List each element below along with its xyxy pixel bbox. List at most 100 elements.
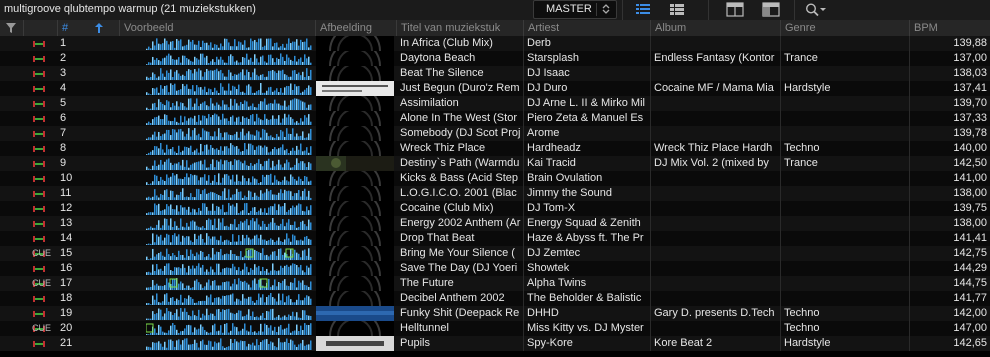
track-artist: DHHD: [524, 306, 651, 321]
table-row[interactable]: 4 Just Begun (Duro'z Rem DJ Duro Cocaine MF…: [0, 81, 990, 96]
master-selector[interactable]: MASTER: [533, 0, 617, 19]
track-title: In Africa (Club Mix): [397, 36, 524, 51]
table-row[interactable]: 2 Daytona Beach Starsplash Endless Fantasy …: [0, 51, 990, 66]
browser-layout-icon[interactable]: [722, 1, 748, 18]
track-artist: Alpha Twins: [524, 276, 651, 291]
table-row[interactable]: 5 Assimilation DJ Arne L. II & Mirko Mil 1…: [0, 96, 990, 111]
waveform-preview[interactable]: [146, 322, 312, 335]
table-row[interactable]: 11 L.O.G.I.C.O. 2001 (Blac Jimmy the Sound…: [0, 186, 990, 201]
filter-column-header[interactable]: [0, 20, 24, 36]
table-row[interactable]: 10 Kicks & Bass (Acid Step Brain Ovulation…: [0, 171, 990, 186]
track-title: L.O.G.I.C.O. 2001 (Blac: [397, 186, 524, 201]
track-title: Beat The Silence: [397, 66, 524, 81]
table-row[interactable]: 12 Cocaine (Club Mix) DJ Tom-X 139,75: [0, 201, 990, 216]
track-bpm: 142,65: [953, 337, 987, 349]
table-row[interactable]: CUE 20 Helltunnel Miss Kitty vs. DJ Myster T…: [0, 321, 990, 336]
waveform-preview[interactable]: [146, 82, 312, 95]
waveform-preview[interactable]: [146, 247, 312, 260]
track-album: [651, 291, 781, 306]
album-column-header[interactable]: Album: [651, 20, 781, 36]
waveform-preview[interactable]: [146, 97, 312, 110]
track-bpm: 141,00: [953, 172, 987, 184]
number-column-label: #: [62, 22, 69, 34]
track-bpm: 137,41: [953, 82, 987, 94]
track-genre: [781, 96, 910, 111]
track-album: [651, 111, 781, 126]
title-column-header[interactable]: Titel van muziekstuk: [397, 20, 524, 36]
track-album: Kore Beat 2: [651, 336, 781, 351]
table-row[interactable]: 14 Drop That Beat Haze & Abyss ft. The Pr 1…: [0, 231, 990, 246]
number-column-header[interactable]: #: [58, 20, 120, 36]
track-genre: Trance: [781, 51, 910, 66]
table-row[interactable]: 18 Decibel Anthem 2002 The Beholder & Bali…: [0, 291, 990, 306]
track-bpm: 141,77: [953, 292, 987, 304]
artwork-column-header[interactable]: Afbeelding: [316, 20, 397, 36]
waveform-preview[interactable]: [146, 127, 312, 140]
waveform-preview[interactable]: [146, 52, 312, 65]
table-row[interactable]: 16 Save The Day (DJ Yoeri Showtek 144,29: [0, 261, 990, 276]
waveform-preview[interactable]: [146, 67, 312, 80]
track-artist: Starsplash: [524, 51, 651, 66]
track-artist: Showtek: [524, 261, 651, 276]
table-row[interactable]: 8 Wreck Thiz Place Hardheadz Wreck Thiz Pla…: [0, 141, 990, 156]
detail-list-icon[interactable]: [664, 1, 690, 18]
table-row[interactable]: 3 Beat The Silence DJ Isaac 138,03: [0, 66, 990, 81]
artwork-thumbnail: [316, 171, 394, 186]
waveform-preview[interactable]: [146, 172, 312, 185]
table-row[interactable]: 7 Somebody (DJ Scot Proj Arome 139,78: [0, 126, 990, 141]
split-layout-icon[interactable]: [758, 1, 784, 18]
waveform-preview[interactable]: [146, 157, 312, 170]
track-number: 9: [60, 157, 67, 169]
artwork-thumbnail: [316, 306, 394, 321]
waveform-preview[interactable]: [146, 37, 312, 50]
track-number: 15: [60, 247, 73, 259]
track-artist: Brain Ovulation: [524, 171, 651, 186]
table-row[interactable]: 6 Alone In The West (Stor Piero Zeta & Man…: [0, 111, 990, 126]
top-bar: multigroove qlubtempo warmup (21 muzieks…: [0, 0, 990, 21]
table-row[interactable]: CUE 17 The Future Alpha Twins 144,75: [0, 276, 990, 291]
genre-column-header[interactable]: Genre: [781, 20, 910, 36]
filter-icon: [6, 23, 16, 33]
table-row[interactable]: CUE 15 Bring Me Your Silence (DJ Zemtec 142…: [0, 246, 990, 261]
waveform-preview[interactable]: [146, 112, 312, 125]
waveform-preview[interactable]: [146, 187, 312, 200]
table-row[interactable]: 9 Destiny`s Path (Warmdu Kai Tracid DJ Mix …: [0, 156, 990, 171]
track-title: Alone In The West (Stor: [397, 111, 524, 126]
waveform-preview[interactable]: [146, 277, 312, 290]
track-genre: [781, 216, 910, 231]
track-title: Kicks & Bass (Acid Step: [397, 171, 524, 186]
track-album: [651, 126, 781, 141]
table-row[interactable]: 13 Energy 2002 Anthem (Ar Energy Squad & Z…: [0, 216, 990, 231]
waveform-preview[interactable]: [146, 262, 312, 275]
waveform-preview[interactable]: [146, 142, 312, 155]
waveform-preview[interactable]: [146, 202, 312, 215]
track-album: [651, 246, 781, 261]
preview-column-header[interactable]: Voorbeeld: [120, 20, 316, 36]
track-number: 19: [60, 307, 73, 319]
table-row[interactable]: 1 In Africa (Club Mix) Derb 139,88: [0, 36, 990, 51]
status-column-header[interactable]: [24, 20, 58, 36]
track-artist: Derb: [524, 36, 651, 51]
waveform-preview[interactable]: [146, 217, 312, 230]
waveform-preview[interactable]: [146, 232, 312, 245]
artwork-thumbnail: [316, 81, 394, 96]
track-title: Helltunnel: [397, 321, 524, 336]
track-title: Pupils: [397, 336, 524, 351]
waveform-preview[interactable]: [146, 337, 312, 350]
chevron-down-icon[interactable]: [816, 1, 830, 18]
track-bpm: 144,75: [953, 277, 987, 289]
playlist-title: multigroove qlubtempo warmup (21 muzieks…: [4, 3, 256, 15]
list-view-icon[interactable]: [630, 1, 656, 18]
artist-column-header[interactable]: Artiest: [524, 20, 651, 36]
track-artist: DJ Tom-X: [524, 201, 651, 216]
bpm-column-header[interactable]: BPM: [910, 20, 990, 36]
table-row[interactable]: 21 Pupils Spy-Kore Kore Beat 2 Hardstyle 142,…: [0, 336, 990, 351]
artwork-thumbnail: [316, 291, 394, 306]
waveform-preview[interactable]: [146, 307, 312, 320]
track-genre: [781, 126, 910, 141]
track-number: 14: [60, 232, 73, 244]
waveform-preview[interactable]: [146, 292, 312, 305]
cue-label: CUE: [32, 278, 52, 288]
table-row[interactable]: 19 Funky Shit (Deepack Re DHHD Gary D. pres…: [0, 306, 990, 321]
track-bpm: 139,75: [953, 202, 987, 214]
